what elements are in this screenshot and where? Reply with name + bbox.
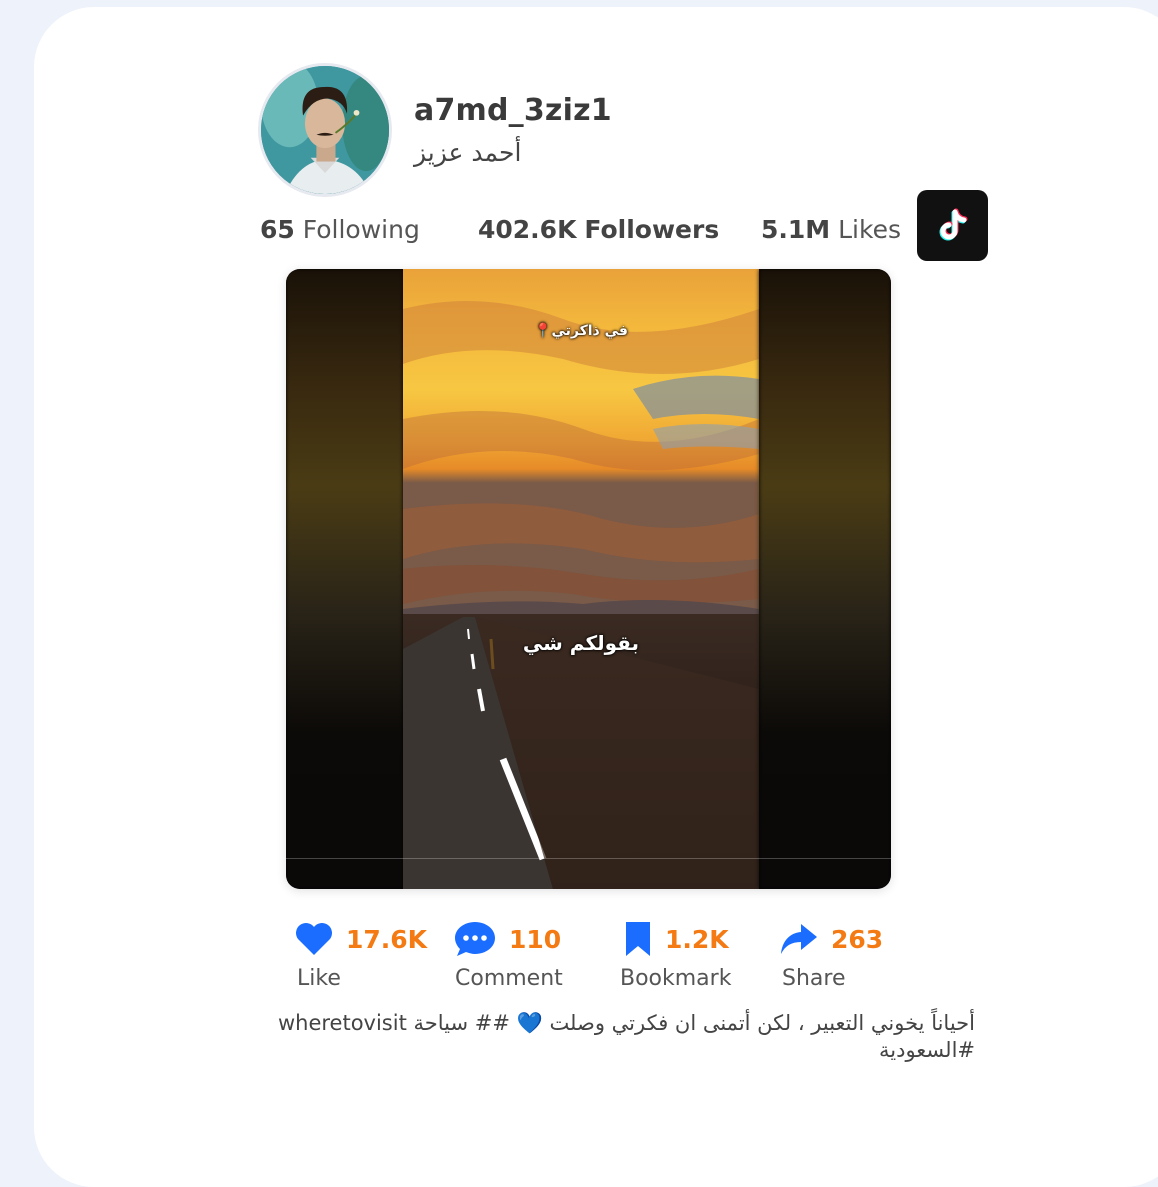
likes-label: Likes bbox=[838, 215, 901, 244]
followers-count: 402.6K bbox=[478, 215, 577, 244]
bookmark-button[interactable]: 1.2K bbox=[623, 918, 729, 960]
display-name: أحمد عزيز bbox=[414, 138, 522, 167]
avatar-image bbox=[261, 66, 389, 194]
share-button[interactable]: 263 bbox=[779, 918, 883, 960]
bookmark-label: Bookmark bbox=[620, 966, 732, 991]
tiktok-note-icon bbox=[939, 208, 967, 240]
like-label: Like bbox=[297, 966, 341, 991]
followers-label: Followers bbox=[584, 215, 720, 244]
bookmark-icon bbox=[623, 920, 653, 958]
likes-stat: 5.1M Likes bbox=[761, 215, 901, 244]
bookmark-count: 1.2K bbox=[665, 924, 729, 954]
video-thumbnail bbox=[403, 269, 759, 889]
followers-stat[interactable]: 402.6K Followers bbox=[478, 215, 719, 244]
tiktok-logo-icon[interactable] bbox=[917, 190, 988, 261]
comment-count: 110 bbox=[509, 924, 562, 954]
comment-icon bbox=[453, 919, 497, 959]
following-stat[interactable]: 65 Following bbox=[260, 215, 420, 244]
video-player[interactable]: في ذاكرتي📍 بقولكم شي bbox=[286, 269, 891, 889]
share-count: 263 bbox=[831, 924, 884, 954]
share-icon bbox=[779, 922, 819, 956]
video-progress-bar[interactable] bbox=[286, 858, 891, 859]
video-overlay-top-text: في ذاكرتي📍 bbox=[534, 323, 628, 339]
profile-avatar[interactable] bbox=[258, 63, 392, 197]
username[interactable]: a7md_3ziz1 bbox=[414, 93, 612, 128]
like-button[interactable]: 17.6K bbox=[294, 918, 427, 960]
video-blur-left bbox=[286, 269, 403, 889]
share-label: Share bbox=[782, 966, 846, 991]
video-frame: في ذاكرتي📍 بقولكم شي bbox=[403, 269, 759, 889]
like-count: 17.6K bbox=[346, 924, 428, 954]
comment-label: Comment bbox=[455, 966, 563, 991]
following-label: Following bbox=[302, 215, 420, 244]
likes-count: 5.1M bbox=[761, 215, 831, 244]
video-overlay-middle-text: بقولكم شي bbox=[522, 631, 640, 655]
following-count: 65 bbox=[260, 215, 295, 244]
post-caption: أحياناً يخوني التعبير ، لكن أتمنى ان فكر… bbox=[277, 1011, 975, 1062]
heart-icon bbox=[294, 922, 334, 956]
video-blur-right bbox=[759, 269, 891, 889]
comment-button[interactable]: 110 bbox=[453, 918, 561, 960]
